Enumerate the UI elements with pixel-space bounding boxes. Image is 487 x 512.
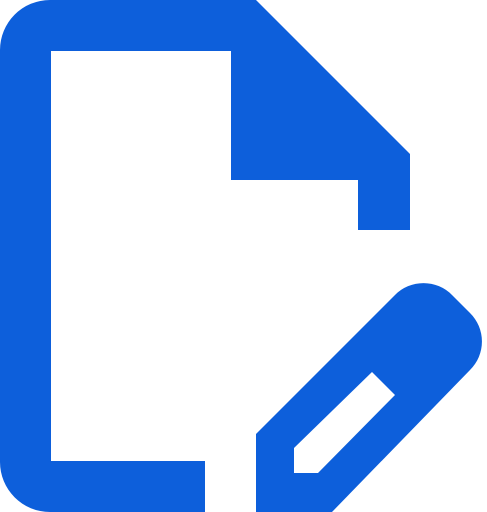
document-edit-icon	[0, 0, 482, 512]
icon-canvas	[0, 0, 487, 512]
document-outline	[0, 0, 410, 512]
pencil-shape	[256, 283, 482, 512]
